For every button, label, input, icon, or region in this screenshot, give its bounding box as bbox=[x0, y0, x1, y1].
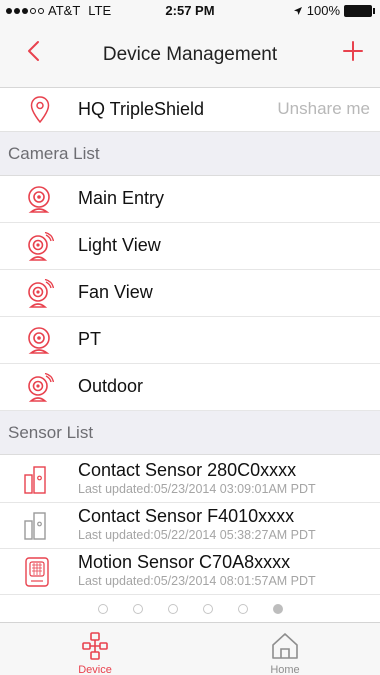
battery-info: 100% bbox=[293, 3, 375, 18]
camera-label: PT bbox=[78, 329, 102, 349]
camera-label: Outdoor bbox=[78, 376, 144, 396]
page-dot[interactable] bbox=[237, 604, 248, 614]
sensor-name: Contact Sensor 280C0xxxx bbox=[78, 460, 297, 480]
sensor-last-updated: Last updated:05/23/2014 03:09:01AM PDT bbox=[78, 482, 316, 496]
camera-label: Fan View bbox=[78, 282, 153, 302]
tab-device[interactable]: Device bbox=[0, 623, 190, 675]
battery-percent: 100% bbox=[306, 3, 340, 18]
wireless-camera-icon bbox=[28, 279, 54, 308]
wireless-camera-icon bbox=[28, 232, 54, 261]
wireless-camera-icon bbox=[28, 373, 54, 402]
page-title: Device Management bbox=[102, 44, 278, 65]
sensor-list-header: Sensor List bbox=[0, 411, 380, 455]
camera-list-title: Camera List bbox=[8, 144, 100, 163]
device-network-icon bbox=[82, 632, 108, 660]
camera-list-header: Camera List bbox=[0, 132, 380, 176]
tab-label: Home bbox=[270, 664, 300, 675]
camera-item-light-view[interactable]: Light View bbox=[0, 223, 380, 270]
camera-item-pt[interactable]: PT bbox=[0, 317, 380, 364]
camera-icon bbox=[28, 186, 50, 213]
page-indicator[interactable] bbox=[0, 596, 380, 622]
page-dot[interactable] bbox=[132, 604, 143, 614]
sensor-last-updated: Last updated:05/23/2014 08:01:57AM PDT bbox=[78, 574, 316, 588]
camera-icon bbox=[28, 327, 50, 354]
status-bar: AT&T LTE 2:57 PM 100% bbox=[0, 0, 380, 20]
tab-bar: Device Home bbox=[0, 622, 380, 675]
hub-name: HQ TripleShield bbox=[78, 99, 205, 119]
sensor-name: Contact Sensor F4010xxxx bbox=[78, 506, 295, 526]
camera-label: Main Entry bbox=[78, 188, 165, 208]
camera-item-outdoor[interactable]: Outdoor bbox=[0, 364, 380, 411]
sensor-item[interactable]: Contact Sensor 280C0xxxx Last updated:05… bbox=[0, 457, 380, 503]
sensor-item[interactable]: Contact Sensor F4010xxxx Last updated:05… bbox=[0, 503, 380, 549]
home-icon bbox=[272, 633, 298, 659]
page-dot-active[interactable] bbox=[272, 604, 283, 614]
camera-item-main-entry[interactable]: Main Entry bbox=[0, 176, 380, 223]
motion-sensor-icon bbox=[25, 557, 49, 587]
sensor-last-updated: Last updated:05/22/2014 05:38:27AM PDT bbox=[78, 528, 316, 542]
navigation-bar: Device Management bbox=[0, 20, 380, 88]
contact-sensor-icon bbox=[24, 466, 46, 494]
page-dot[interactable] bbox=[97, 604, 108, 614]
sensor-item[interactable]: Motion Sensor C70A8xxxx Last updated:05/… bbox=[0, 549, 380, 595]
location-arrow-icon bbox=[293, 6, 302, 15]
unshare-button[interactable]: Unshare me bbox=[277, 99, 370, 119]
page-dot[interactable] bbox=[167, 604, 178, 614]
add-device-button[interactable] bbox=[338, 36, 368, 66]
page-dot[interactable] bbox=[202, 604, 213, 614]
tab-label: Device bbox=[78, 664, 112, 675]
location-pin-icon bbox=[30, 96, 50, 124]
contact-sensor-icon bbox=[24, 512, 46, 540]
camera-item-fan-view[interactable]: Fan View bbox=[0, 270, 380, 317]
plus-icon bbox=[343, 41, 363, 61]
sensor-name: Motion Sensor C70A8xxxx bbox=[78, 552, 291, 572]
sensor-list-title: Sensor List bbox=[8, 423, 94, 442]
tab-home[interactable]: Home bbox=[190, 623, 380, 675]
camera-label: Light View bbox=[78, 235, 161, 255]
hub-row[interactable]: HQ TripleShield Unshare me bbox=[0, 88, 380, 132]
battery-icon bbox=[344, 4, 375, 17]
